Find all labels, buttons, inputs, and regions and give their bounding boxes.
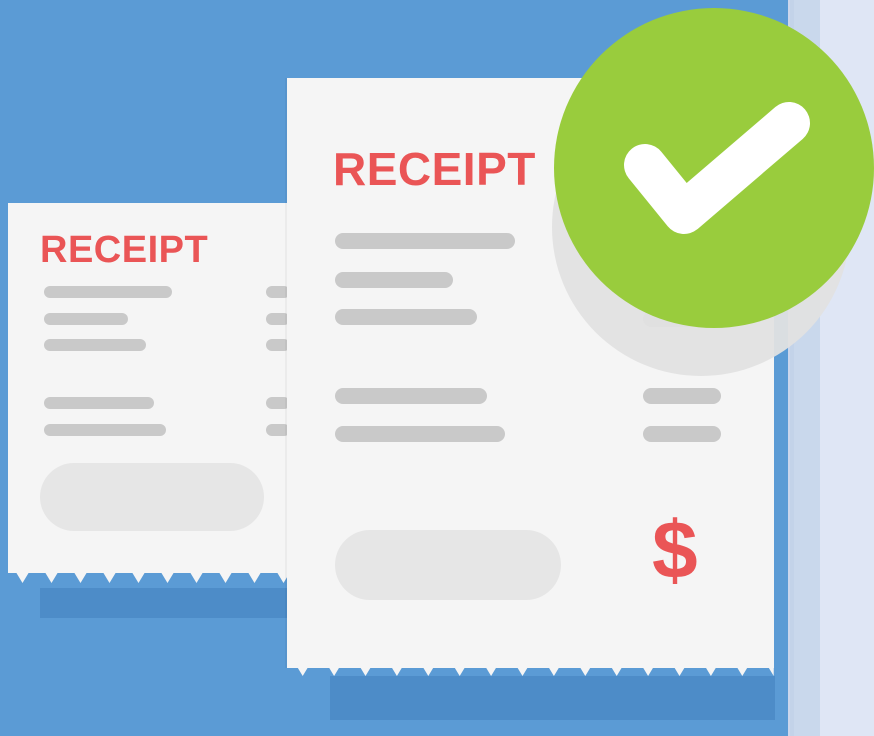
- receipt-line: [335, 309, 477, 325]
- receipt-title-front: RECEIPT: [333, 143, 536, 195]
- receipt-total-pill: [40, 463, 264, 531]
- approved-badge: [554, 8, 874, 328]
- receipt-torn-edge: [8, 559, 298, 583]
- receipt-price-line: [643, 388, 721, 404]
- receipt-line: [335, 426, 505, 442]
- receipt-line: [335, 388, 487, 404]
- receipt-line: [44, 339, 146, 351]
- receipt-price-line: [643, 426, 721, 442]
- left-receipt-shadow: [40, 588, 290, 618]
- receipt-line: [44, 397, 154, 409]
- receipt-title-back: RECEIPT: [40, 229, 209, 271]
- receipt-line: [335, 233, 515, 249]
- receipt-line: [335, 272, 453, 288]
- receipt-total-pill: [335, 530, 561, 600]
- receipt-torn-edge: [287, 650, 774, 676]
- dollar-sign-icon: $: [652, 505, 698, 596]
- receipt-card-back: RECEIPT: [8, 203, 298, 583]
- illustration-scene: RECEIPT RECEIPT $: [0, 0, 874, 736]
- receipt-line: [44, 424, 166, 436]
- receipt-line: [44, 313, 128, 325]
- check-icon: [624, 102, 810, 234]
- receipt-line: [44, 286, 172, 298]
- main-receipt-shadow: [330, 676, 775, 720]
